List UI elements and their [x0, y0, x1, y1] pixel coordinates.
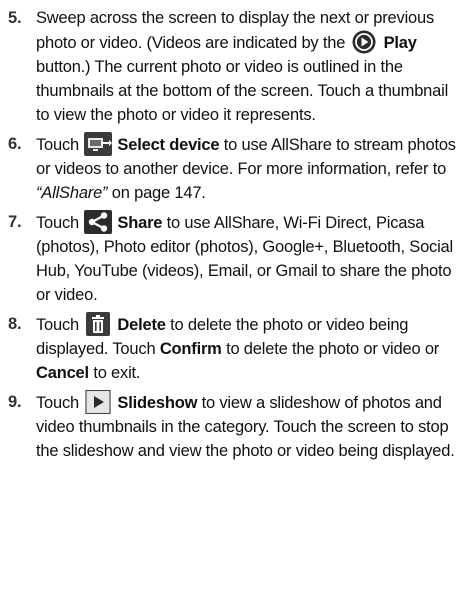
trash-icon [84, 312, 112, 336]
cross-reference-link[interactable]: “AllShare” [36, 184, 108, 202]
step-number: 9. [8, 393, 22, 411]
step-9: 9. Touch Slideshow to view a slideshow o… [0, 390, 472, 463]
share-icon [84, 210, 113, 234]
step-text-end: to exit. [93, 364, 141, 382]
step-text-continued: button.) The current photo or video is o… [36, 58, 449, 124]
play-label: Play [383, 34, 417, 52]
step-number: 6. [8, 135, 22, 153]
delete-label: Delete [117, 316, 166, 334]
step-text: Touch [36, 394, 80, 412]
confirm-label: Confirm [159, 340, 222, 358]
step-8: 8. Touch Delete to delete the photo or v… [0, 312, 472, 385]
step-number: 5. [8, 9, 22, 27]
step-number: 8. [8, 315, 22, 333]
step-text-continued-2: to delete the photo or video or [226, 340, 440, 358]
play-circle-icon [351, 30, 379, 54]
manual-page: 5. Sweep across the screen to display th… [0, 0, 472, 593]
step-text: Touch [36, 136, 80, 154]
cancel-label: Cancel [36, 364, 89, 382]
select-device-icon [84, 132, 113, 156]
slideshow-label: Slideshow [117, 394, 198, 412]
step-text: Touch [36, 214, 80, 232]
share-label: Share [117, 214, 163, 232]
select-device-label: Select device [117, 136, 220, 154]
step-number: 7. [8, 213, 22, 231]
slideshow-icon [84, 390, 112, 414]
step-text: Touch [36, 316, 80, 334]
step-7: 7. Touch Share to use AllShare, Wi-Fi Di… [0, 210, 472, 307]
step-text-end: on page 147. [111, 184, 206, 202]
step-6: 6. Touch Select device to use AllShare t… [0, 132, 472, 205]
step-5: 5. Sweep across the screen to display th… [0, 6, 472, 127]
